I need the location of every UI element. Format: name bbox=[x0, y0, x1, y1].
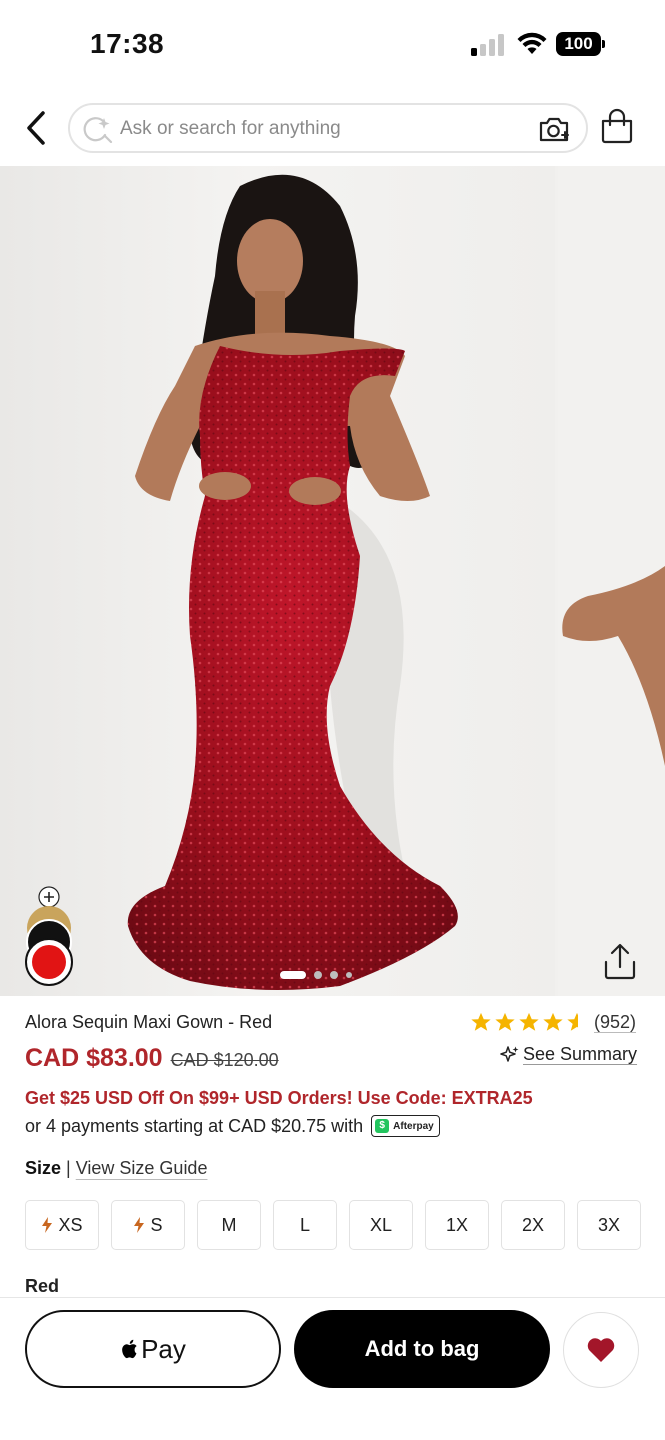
battery-icon: 100 bbox=[556, 32, 606, 56]
size-label: M bbox=[221, 1214, 237, 1235]
ai-sparkle-icon bbox=[83, 117, 113, 143]
next-photo-preview-image bbox=[562, 566, 665, 766]
apple-logo-icon bbox=[122, 1339, 137, 1359]
size-label: XL bbox=[369, 1214, 393, 1235]
star-icon bbox=[519, 1012, 539, 1031]
installments-text: or 4 payments starting at CAD $20.75 wit… bbox=[25, 1115, 364, 1136]
price-row: CAD $83.00 CAD $120.00 bbox=[25, 1044, 279, 1073]
back-button[interactable] bbox=[18, 108, 54, 148]
lightning-icon bbox=[134, 1217, 145, 1233]
shopping-bag-icon[interactable] bbox=[600, 108, 634, 144]
afterpay-logo-icon: $ bbox=[375, 1119, 390, 1133]
pagination-dot bbox=[346, 972, 352, 978]
afterpay-label: Afterpay bbox=[393, 1120, 434, 1132]
size-header: Size | View Size Guide bbox=[25, 1158, 207, 1179]
lightning-icon bbox=[42, 1217, 53, 1233]
heart-icon bbox=[587, 1338, 615, 1362]
battery-level: 100 bbox=[556, 32, 601, 56]
size-label: 2X bbox=[521, 1214, 545, 1235]
ai-sparkle-icon bbox=[500, 1045, 519, 1062]
size-option-3x[interactable]: 3X bbox=[577, 1200, 641, 1250]
review-count[interactable]: (952) bbox=[594, 1012, 636, 1033]
size-option-1x[interactable]: 1X bbox=[425, 1200, 489, 1250]
size-label: S bbox=[150, 1214, 163, 1235]
size-option-xs[interactable]: XS bbox=[25, 1200, 99, 1250]
wishlist-button[interactable] bbox=[563, 1312, 639, 1388]
sale-price: CAD $83.00 bbox=[25, 1044, 163, 1072]
status-bar: 17:38 100 bbox=[0, 0, 665, 90]
chevron-left-icon bbox=[27, 111, 45, 145]
cellular-signal-icon bbox=[471, 34, 504, 56]
half-star-icon bbox=[567, 1012, 587, 1031]
size-option-s[interactable]: S bbox=[111, 1200, 185, 1250]
wifi-icon bbox=[517, 32, 547, 54]
apple-pay-button[interactable]: Pay bbox=[25, 1310, 281, 1388]
see-summary-label[interactable]: See Summary bbox=[523, 1044, 637, 1065]
pagination-dot bbox=[330, 971, 338, 979]
star-icon bbox=[543, 1012, 563, 1031]
product-photo-main[interactable] bbox=[0, 166, 555, 996]
size-label: XS bbox=[58, 1214, 83, 1235]
star-icon bbox=[495, 1012, 515, 1031]
search-placeholder: Ask or search for anything bbox=[120, 118, 341, 139]
selected-color-label: Red bbox=[25, 1276, 60, 1296]
size-label: 3X bbox=[597, 1214, 621, 1235]
afterpay-badge[interactable]: $ Afterpay bbox=[371, 1115, 440, 1137]
installments-info: or 4 payments starting at CAD $20.75 wit… bbox=[25, 1115, 440, 1137]
size-label: L bbox=[299, 1214, 310, 1235]
search-input[interactable]: Ask or search for anything bbox=[68, 103, 588, 153]
share-icon[interactable] bbox=[600, 942, 640, 982]
product-rating[interactable]: (952) bbox=[470, 1011, 636, 1033]
star-icon bbox=[471, 1012, 491, 1031]
add-to-bag-button[interactable]: Add to bag bbox=[294, 1310, 550, 1388]
size-label: 1X bbox=[445, 1214, 469, 1235]
product-title: Alora Sequin Maxi Gown - Red bbox=[25, 1012, 273, 1032]
size-option-m[interactable]: M bbox=[197, 1200, 261, 1250]
model-wearing-dress-image bbox=[127, 174, 458, 990]
apple-pay-label: Pay bbox=[141, 1333, 186, 1364]
size-option-2x[interactable]: 2X bbox=[501, 1200, 565, 1250]
color-swatches-icon bbox=[25, 886, 73, 986]
size-option-l[interactable]: L bbox=[273, 1200, 337, 1250]
color-swatch-picker[interactable] bbox=[24, 886, 76, 986]
size-selector: XS S M L XL 1X 2X 3X bbox=[25, 1200, 641, 1250]
camera-search-icon[interactable] bbox=[537, 115, 571, 143]
size-guide-link[interactable]: View Size Guide bbox=[76, 1158, 208, 1179]
gallery-pagination bbox=[280, 970, 352, 980]
product-image-gallery[interactable] bbox=[0, 166, 665, 996]
promo-banner: Get $25 USD Off On $99+ USD Orders! Use … bbox=[25, 1088, 533, 1108]
product-photo-next[interactable] bbox=[558, 166, 665, 996]
divider: | bbox=[66, 1158, 71, 1178]
pagination-dot bbox=[280, 971, 306, 979]
search-header: Ask or search for anything bbox=[0, 98, 665, 162]
size-label: Size bbox=[25, 1158, 62, 1178]
size-option-xl[interactable]: XL bbox=[349, 1200, 413, 1250]
see-summary-link[interactable]: See Summary bbox=[500, 1044, 637, 1065]
pagination-dot bbox=[314, 971, 322, 979]
status-time: 17:38 bbox=[90, 28, 165, 59]
original-price: CAD $120.00 bbox=[170, 1050, 279, 1070]
bottom-action-bar: Pay Add to bag bbox=[0, 1297, 665, 1440]
